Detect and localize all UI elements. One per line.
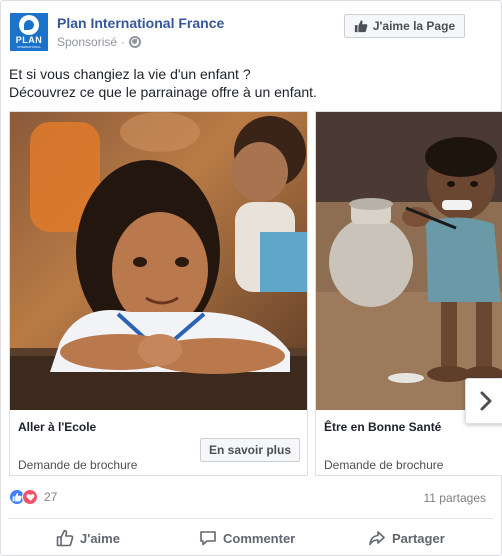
girl-at-desk-photo bbox=[10, 112, 307, 410]
card-subtitle: Demande de brochure bbox=[324, 458, 444, 472]
boy-brushing-teeth-photo bbox=[316, 112, 502, 410]
separator-dot: · bbox=[121, 35, 126, 49]
carousel-card-1[interactable]: Aller à l'Ecole En savoir plus Demande d… bbox=[9, 111, 308, 476]
reaction-summary[interactable]: 27 bbox=[9, 489, 57, 505]
like-page-button[interactable]: J'aime la Page bbox=[344, 14, 465, 38]
thumbs-up-icon bbox=[56, 529, 74, 547]
page-logo[interactable]: PLAN INTERNATIONAL bbox=[10, 13, 48, 51]
card-subtitle: Demande de brochure bbox=[18, 458, 138, 472]
reaction-count: 27 bbox=[44, 490, 58, 504]
like-page-label: J'aime la Page bbox=[372, 19, 456, 33]
comment-button[interactable]: Commenter bbox=[199, 523, 295, 553]
sponsored-post: PLAN INTERNATIONAL Plan International Fr… bbox=[0, 0, 502, 556]
post-text: Et si vous changiez la vie d'un enfant ?… bbox=[9, 65, 489, 101]
like-button[interactable]: J'aime bbox=[56, 523, 120, 553]
globe-icon[interactable] bbox=[129, 36, 142, 48]
carousel-image-2[interactable] bbox=[316, 112, 502, 410]
comment-label: Commenter bbox=[223, 530, 296, 546]
logo-subword: INTERNATIONAL bbox=[17, 45, 41, 49]
chevron-right-icon bbox=[480, 391, 491, 411]
speech-bubble-icon bbox=[200, 531, 216, 546]
page-name-link[interactable]: Plan International France bbox=[57, 15, 224, 31]
like-label: J'aime bbox=[80, 530, 120, 546]
post-text-line-1: Et si vous changiez la vie d'un enfant ? bbox=[9, 66, 251, 82]
divider bbox=[9, 518, 493, 519]
post-text-line-2: Découvrez ce que le parrainage offre à u… bbox=[9, 84, 317, 100]
plan-logo-mark bbox=[19, 15, 39, 35]
share-button[interactable]: Partager bbox=[368, 523, 445, 553]
carousel-image-1[interactable] bbox=[10, 112, 307, 410]
action-bar: J'aime Commenter Partager bbox=[1, 523, 502, 553]
sponsored-label[interactable]: Sponsorisé bbox=[57, 35, 117, 49]
card-title[interactable]: Être en Bonne Santé bbox=[324, 420, 441, 434]
thumbs-up-icon bbox=[354, 20, 368, 33]
share-arrow-icon bbox=[369, 531, 385, 546]
share-count[interactable]: 11 partages bbox=[424, 491, 487, 505]
card-title[interactable]: Aller à l'Ecole bbox=[18, 420, 96, 434]
share-label: Partager bbox=[392, 530, 445, 546]
love-reaction-icon bbox=[22, 489, 38, 505]
learn-more-button[interactable]: En savoir plus bbox=[200, 438, 300, 462]
carousel-next-button[interactable] bbox=[465, 378, 502, 424]
logo-word: PLAN bbox=[15, 35, 43, 45]
sponsored-line: Sponsorisé · bbox=[57, 35, 142, 49]
carousel: Aller à l'Ecole En savoir plus Demande d… bbox=[9, 111, 502, 477]
